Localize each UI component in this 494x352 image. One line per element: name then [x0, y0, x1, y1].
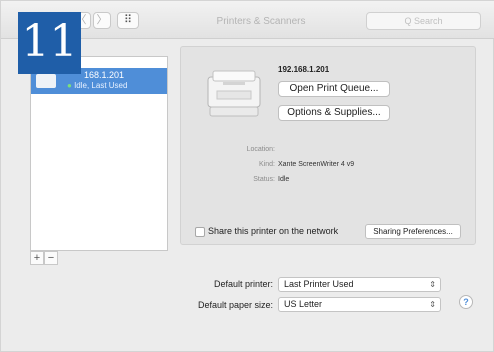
default-printer-select[interactable]: Last Printer Used ⇕: [278, 277, 441, 292]
show-all-button[interactable]: ⠿: [117, 12, 139, 29]
search-input[interactable]: Q Search: [366, 12, 481, 30]
default-paper-label: Default paper size:: [197, 300, 273, 310]
default-paper-value: US Letter: [284, 299, 323, 309]
remove-printer-button[interactable]: −: [44, 251, 58, 265]
location-label: Location:: [246, 146, 275, 153]
add-printer-button[interactable]: +: [30, 251, 44, 265]
share-printer-checkbox[interactable]: [195, 227, 205, 237]
printer-icon: [36, 74, 56, 88]
kind-value: Xante ScreenWriter 4 v9: [278, 161, 355, 168]
open-print-queue-button[interactable]: Open Print Queue...: [278, 81, 390, 97]
kind-label: Kind:: [259, 161, 275, 168]
window-title: Printers & Scanners: [216, 16, 306, 27]
default-paper-select[interactable]: US Letter ⇕: [278, 297, 441, 312]
default-printer-label: Default printer:: [213, 279, 273, 289]
share-printer-label[interactable]: Share this printer on the network: [208, 226, 338, 236]
step-number-badge: 11: [18, 12, 81, 74]
help-button[interactable]: ?: [459, 295, 473, 309]
printer-large-icon: [207, 70, 261, 117]
forward-button[interactable]: 〉: [93, 12, 111, 29]
sharing-preferences-button[interactable]: Sharing Preferences...: [365, 224, 461, 239]
default-printer-value: Last Printer Used: [284, 279, 354, 289]
printer-list-item-status: ● Idle, Last Used: [67, 81, 128, 90]
printers-window: 〈 〉 ⠿ Printers & Scanners Q Search 11 16…: [0, 0, 494, 352]
options-supplies-button[interactable]: Options & Supplies...: [278, 105, 390, 121]
printer-list-controls: + −: [30, 251, 168, 265]
printer-detail-panel: 192.168.1.201 Open Print Queue... Option…: [180, 46, 476, 245]
status-label: Status:: [253, 176, 275, 183]
updown-icon: ⇕: [429, 280, 436, 289]
status-value: Idle: [278, 176, 290, 183]
printer-ip-title: 192.168.1.201: [278, 65, 330, 74]
chevron-right-icon: 〉: [96, 14, 108, 26]
status-dot-icon: ●: [67, 81, 72, 90]
updown-icon: ⇕: [429, 300, 436, 309]
printer-list: 168.1.201 ● Idle, Last Used: [30, 56, 168, 251]
printer-list-item-name: 168.1.201: [84, 70, 125, 80]
grid-icon: ⠿: [123, 14, 133, 26]
